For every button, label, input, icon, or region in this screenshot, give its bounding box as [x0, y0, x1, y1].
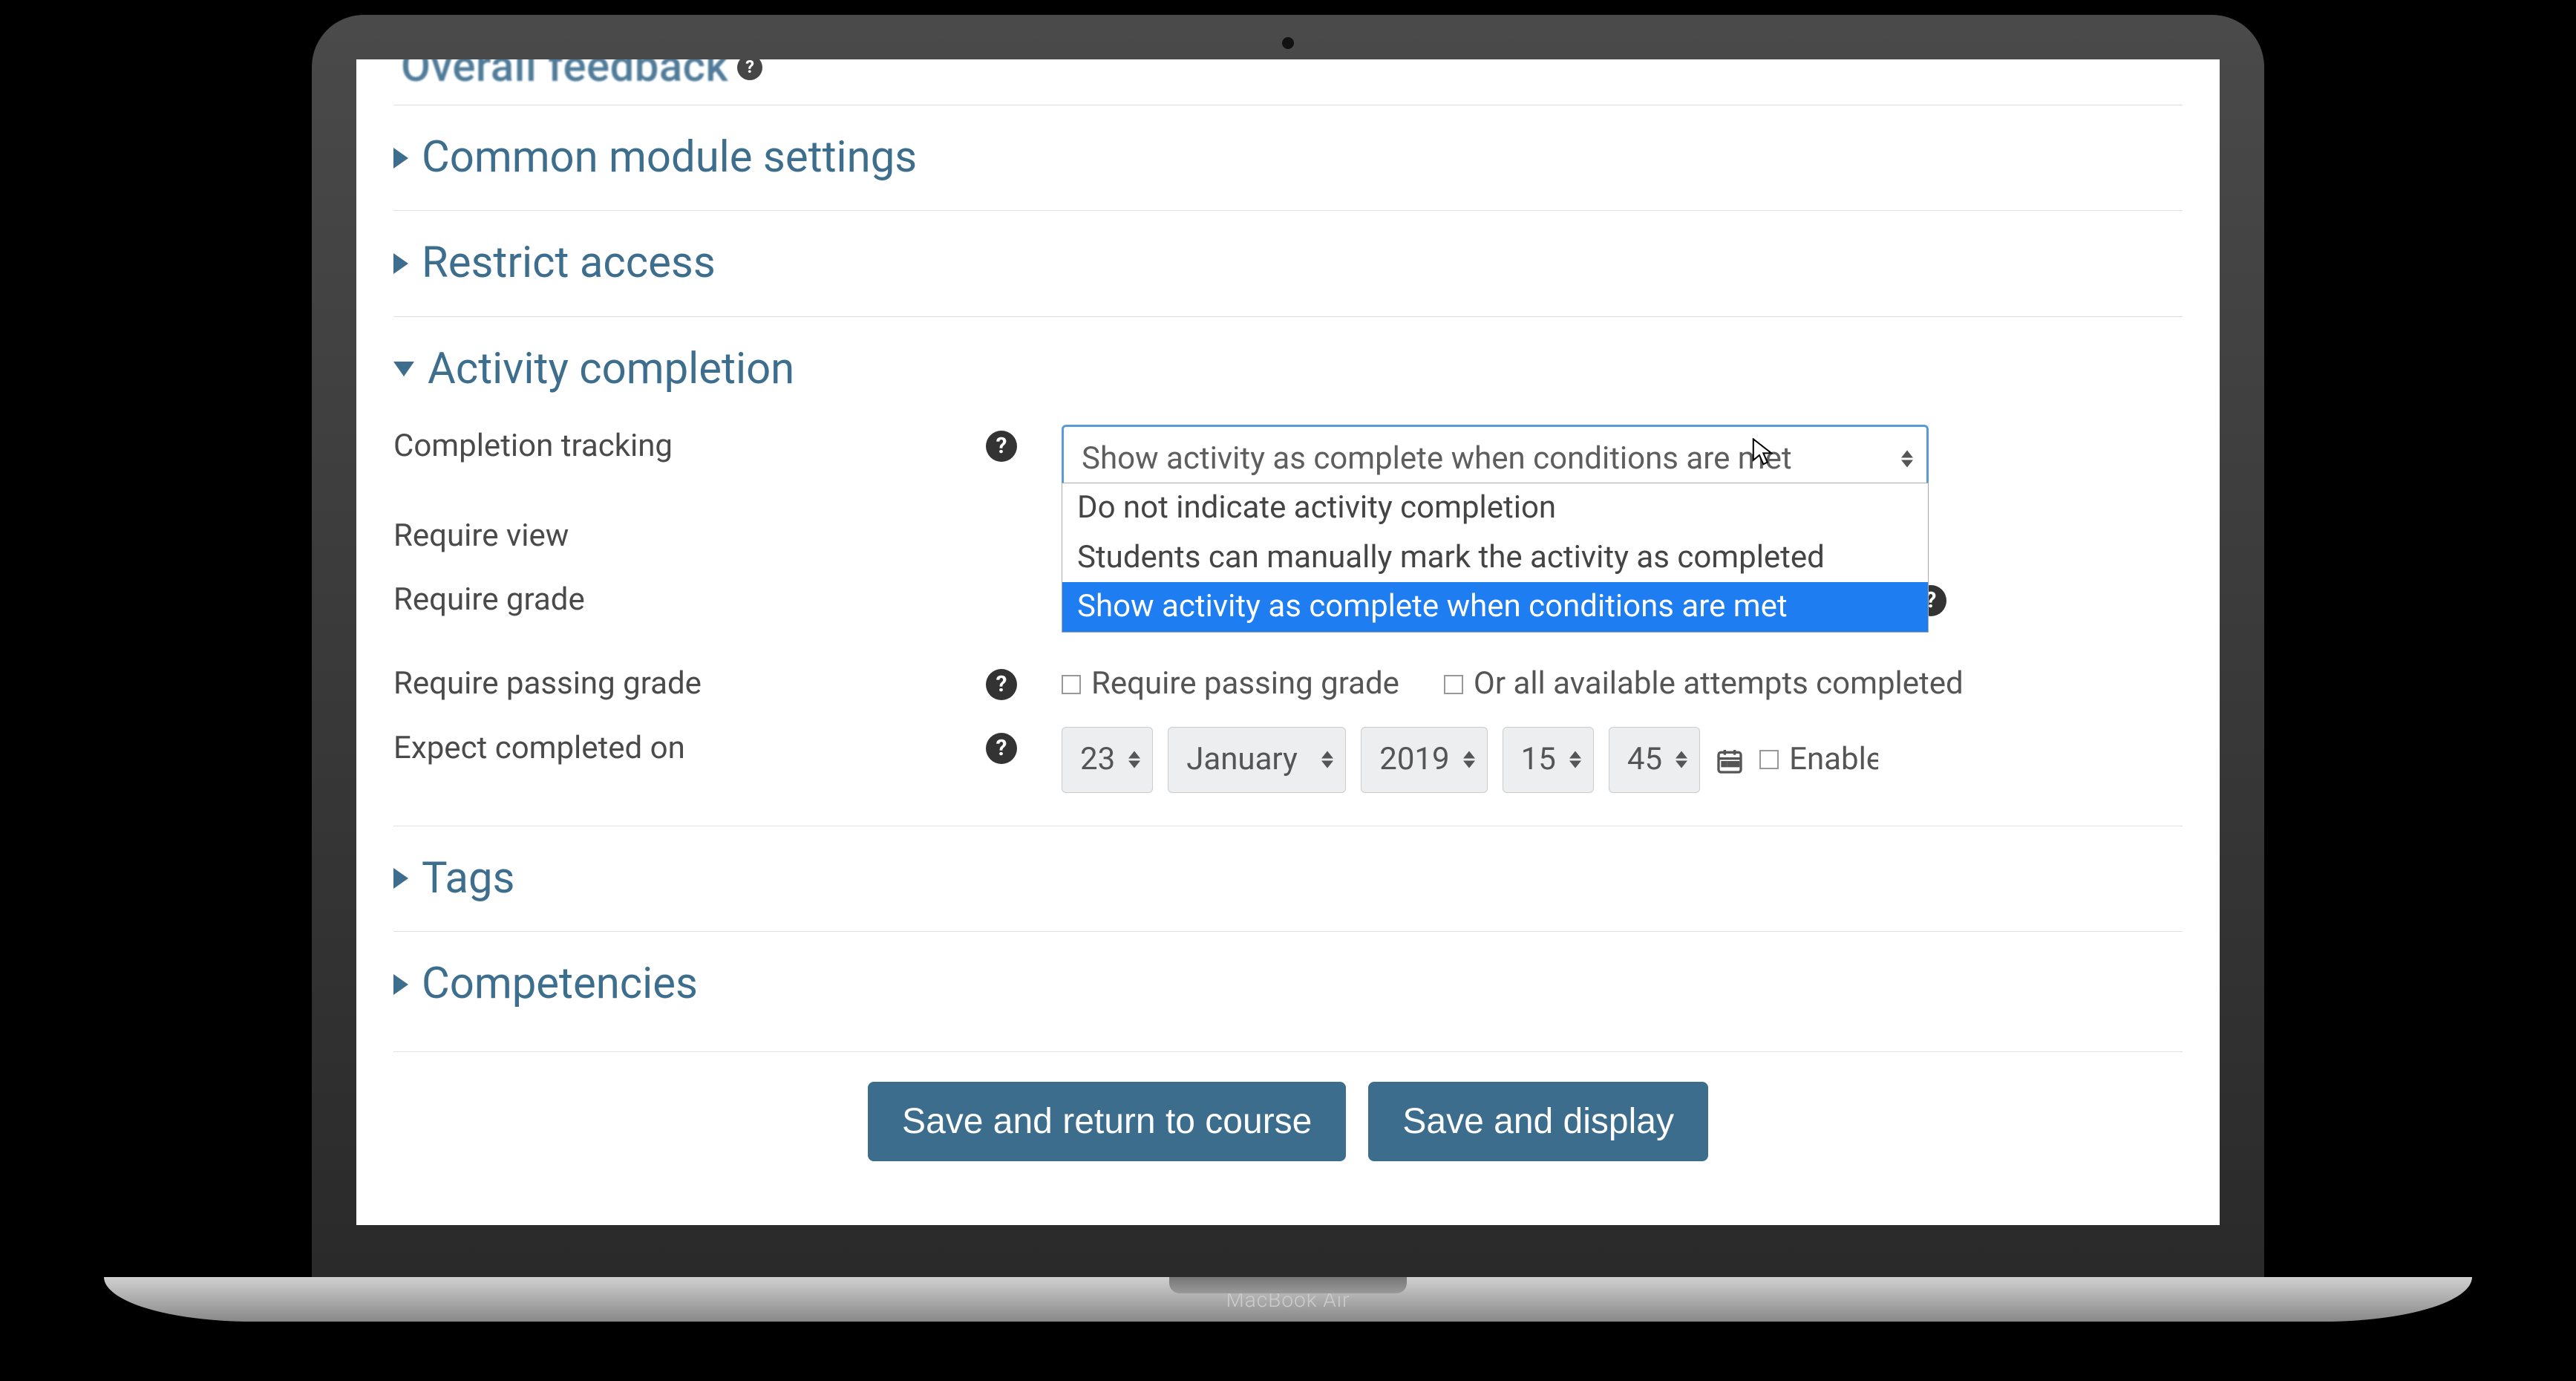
option-label: Require passing grade: [1091, 662, 1399, 706]
enable-checkbox[interactable]: Enable: [1759, 738, 1878, 782]
section-restrict-access[interactable]: Restrict access: [393, 211, 2183, 308]
section-title: Competencies: [422, 954, 698, 1014]
all-attempts-checkbox[interactable]: Or all available attempts completed: [1444, 662, 1964, 706]
select-chevron-icon: [1463, 751, 1475, 768]
select-value: 15: [1521, 741, 1556, 777]
field-label: Expect completed on: [393, 727, 685, 771]
camera-icon: [1282, 37, 1294, 49]
field-label: Require grade: [393, 578, 585, 622]
option-label: Or all available attempts completed: [1474, 662, 1964, 706]
save-return-button[interactable]: Save and return to course: [868, 1082, 1346, 1161]
select-value: 2019: [1379, 741, 1449, 777]
chevron-right-icon: [393, 868, 408, 889]
day-select[interactable]: 23: [1062, 727, 1153, 793]
require-passing-checkbox[interactable]: Require passing grade: [1062, 662, 1399, 706]
section-tags[interactable]: Tags: [393, 826, 2183, 924]
select-value: Show activity as complete when condition…: [1082, 437, 1792, 481]
chevron-right-icon: [393, 974, 408, 995]
help-icon[interactable]: ?: [986, 669, 1017, 700]
hour-select[interactable]: 15: [1503, 727, 1594, 793]
section-title: Common module settings: [422, 128, 917, 188]
select-chevron-icon: [1569, 751, 1581, 768]
checkbox-icon: [1759, 750, 1779, 769]
field-label: Completion tracking: [393, 425, 673, 469]
field-expect-completed-on: Expect completed on ? 23 January 2019: [393, 716, 2183, 803]
field-require-passing-grade: Require passing grade ? Require passing …: [393, 633, 2183, 716]
chevron-right-icon: [393, 148, 408, 169]
save-display-button[interactable]: Save and display: [1368, 1082, 1708, 1161]
section-activity-completion[interactable]: Activity completion: [393, 317, 2183, 414]
option-label: Enable: [1789, 738, 1878, 782]
section-title: Restrict access: [422, 233, 716, 293]
field-label: Require passing grade: [393, 662, 702, 706]
dropdown-option[interactable]: Do not indicate activity completion: [1062, 483, 1928, 533]
minute-select[interactable]: 45: [1609, 727, 1700, 793]
select-value: 23: [1080, 741, 1115, 777]
calendar-icon[interactable]: [1715, 745, 1745, 774]
section-title: Activity completion: [428, 339, 794, 399]
select-chevron-icon: [1321, 751, 1333, 768]
section-competencies[interactable]: Competencies: [393, 932, 2183, 1029]
page-content: Overall feedback ? Common module setting…: [356, 59, 2220, 1184]
section-title: Overall feedback: [401, 59, 728, 97]
checkbox-icon: [1062, 675, 1081, 694]
chevron-right-icon: [393, 253, 408, 274]
section-title: Tags: [422, 849, 514, 909]
section-overall-feedback[interactable]: Overall feedback ?: [393, 59, 2183, 97]
checkbox-icon: [1444, 675, 1463, 694]
select-value: 45: [1627, 741, 1662, 777]
laptop-frame: Overall feedback ? Common module setting…: [312, 15, 2264, 1277]
select-chevron-icon: [1901, 451, 1913, 468]
laptop-notch: [1169, 1277, 1407, 1293]
dropdown-option[interactable]: Show activity as complete when condition…: [1062, 582, 1928, 632]
chevron-down-icon: [393, 362, 414, 376]
select-value: January: [1186, 741, 1298, 777]
section-common-module[interactable]: Common module settings: [393, 105, 2183, 203]
field-completion-tracking: Completion tracking ? Show activity as c…: [393, 414, 2183, 504]
help-icon[interactable]: ?: [986, 431, 1017, 462]
select-chevron-icon: [1128, 751, 1140, 768]
month-select[interactable]: January: [1168, 727, 1346, 793]
year-select[interactable]: 2019: [1361, 727, 1487, 793]
laptop-base: MacBook Air: [104, 1277, 2472, 1322]
footer-buttons: Save and return to course Save and displ…: [393, 1051, 2183, 1184]
completion-tracking-dropdown: Do not indicate activity completion Stud…: [1062, 483, 1929, 633]
dropdown-option[interactable]: Students can manually mark the activity …: [1062, 533, 1928, 583]
help-icon[interactable]: ?: [737, 59, 762, 80]
field-label: Require view: [393, 515, 569, 558]
select-chevron-icon: [1676, 751, 1687, 768]
help-icon[interactable]: ?: [986, 733, 1017, 764]
screen: Overall feedback ? Common module setting…: [356, 59, 2220, 1225]
